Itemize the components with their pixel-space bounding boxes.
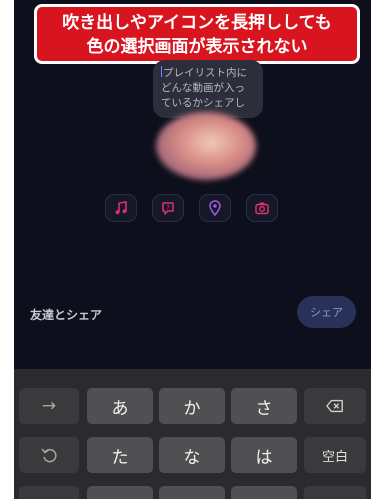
camera-button[interactable]	[246, 194, 278, 222]
key-row3-left[interactable]	[19, 486, 79, 499]
music-note-icon	[115, 201, 127, 215]
keyboard: → あ か さ た な は 空白	[14, 369, 371, 499]
right-arrow-key[interactable]: →	[19, 388, 79, 424]
delete-key[interactable]	[304, 388, 366, 424]
location-pin-icon	[209, 200, 221, 216]
key-row3-right[interactable]	[304, 486, 366, 499]
question-sticker-button[interactable]: ?	[152, 194, 184, 222]
undo-icon	[41, 448, 57, 463]
bubble-text-line-3: ているかシェアし	[161, 97, 245, 109]
text-cursor	[161, 66, 162, 77]
key-ka[interactable]: か	[159, 388, 225, 424]
note-bubble[interactable]: プレイリスト内に どんな動画が入っ ているかシェアし	[153, 60, 263, 118]
svg-text:?: ?	[166, 204, 170, 212]
share-button[interactable]: シェア	[297, 296, 356, 328]
key-sa[interactable]: さ	[231, 388, 297, 424]
key-ha[interactable]: は	[231, 437, 297, 473]
key-ta[interactable]: た	[87, 437, 153, 473]
location-button[interactable]	[199, 194, 231, 222]
key-row3-1[interactable]	[87, 486, 153, 499]
camera-icon	[255, 202, 269, 215]
banner-line-1: 吹き出しやアイコンを長押ししても	[62, 13, 332, 33]
key-row3-3[interactable]	[231, 486, 297, 499]
share-with-friends-label: 友達とシェア	[30, 308, 103, 322]
key-row3-2[interactable]	[159, 486, 225, 499]
question-sticker-icon: ?	[162, 202, 174, 215]
space-key[interactable]: 空白	[304, 437, 366, 473]
bubble-text-line-1: プレイリスト内に	[163, 67, 247, 79]
banner-line-2: 色の選択画面が表示されない	[86, 37, 308, 57]
bubble-text-line-2: どんな動画が入っ	[161, 82, 245, 94]
undo-key[interactable]	[19, 437, 79, 473]
key-na[interactable]: な	[159, 437, 225, 473]
delete-icon	[326, 399, 343, 413]
avatar	[156, 112, 256, 180]
caption-banner: 吹き出しやアイコンを長押ししても 色の選択画面が表示されない	[34, 4, 360, 64]
phone-screen: 吹き出しやアイコンを長押ししても 色の選択画面が表示されない プレイリスト内に …	[14, 0, 371, 499]
music-button[interactable]	[105, 194, 137, 222]
key-a[interactable]: あ	[87, 388, 153, 424]
